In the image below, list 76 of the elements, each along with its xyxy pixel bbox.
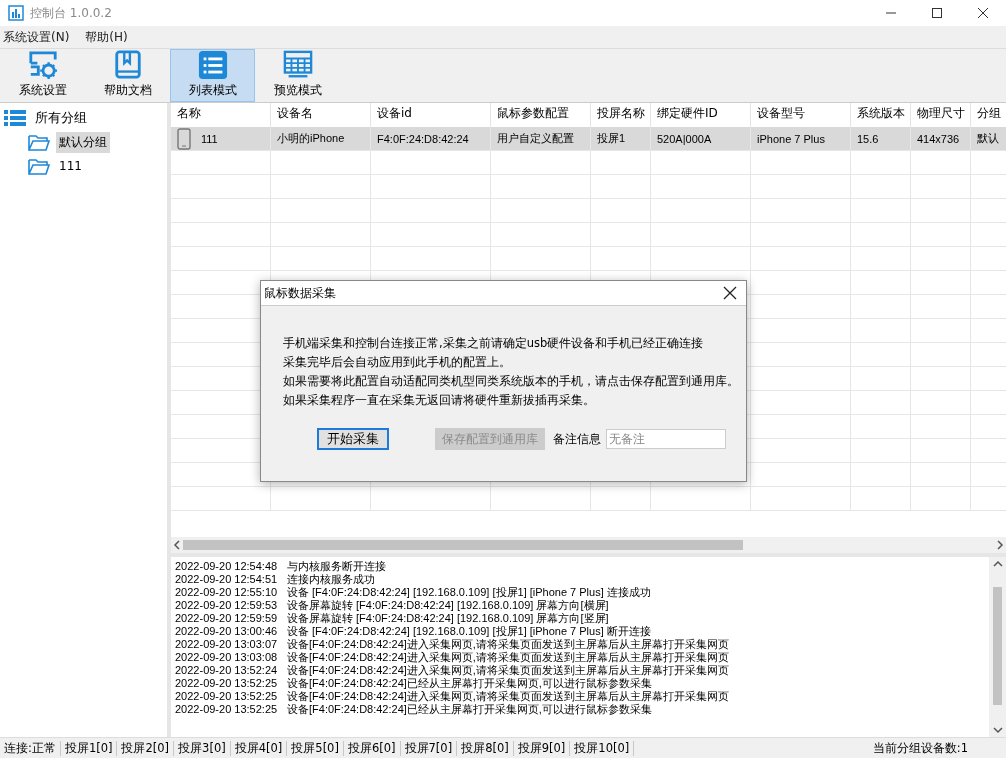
log-time: 2022-09-20 12:55:10 xyxy=(175,586,279,599)
log-message: 设备[F4:0F:24:D8:42:24]已经从主屏幕打开采集网页,可以进行鼠标参数采集 xyxy=(287,677,652,690)
tree-item[interactable]: 所有分组 xyxy=(32,107,90,129)
toolbar-button[interactable]: 系统设置 xyxy=(0,49,85,102)
message-text: 如果需要将此配置自动适配同类机型同类系统版本的手机，请点击保存配置到通用库。 xyxy=(283,373,740,390)
phone-icon xyxy=(177,127,191,150)
list-icon xyxy=(4,110,26,126)
status-item: 投屏5[0] xyxy=(287,740,344,756)
menu-item[interactable]: 帮助(H) xyxy=(82,28,135,46)
table-icon xyxy=(281,50,314,80)
log-time: 2022-09-20 12:59:53 xyxy=(175,599,279,612)
log-message: 设备[F4:0F:24:D8:42:24]进入采集网页,请将采集页面发送到主屏幕后从主屏幕打开采集网页 xyxy=(287,651,729,664)
status-item: 投屏3[0] xyxy=(174,740,231,756)
log-message: 设备 [F4:0F:24:D8:42:24] [192.168.0.109] [投屏1] [iPhone 7 Plus] 断开连接 xyxy=(287,625,651,638)
log-message: 设备屏幕旋转 [F4:0F:24:D8:42:24] [192.168.0.109] 屏幕方向[竖屏] xyxy=(287,612,609,625)
horizontal-scrollbar[interactable] xyxy=(171,537,1006,553)
toolbar-button[interactable]: 帮助文档 xyxy=(85,49,170,102)
log-message: 设备 [F4:0F:24:D8:42:24] [192.168.0.109] [投屏1] [iPhone 7 Plus] 连接成功 xyxy=(287,586,651,599)
message-text: 采集完毕后会自动应用到此手机的配置上。 xyxy=(283,354,512,371)
tree-item[interactable]: 默认分组 xyxy=(56,131,110,153)
status-item: 投屏4[0] xyxy=(230,740,288,756)
status-item: 投屏8[0] xyxy=(457,740,514,756)
remark-field[interactable]: 无备注 xyxy=(606,429,726,449)
remark-label: 备注信息 xyxy=(553,430,601,448)
log-message: 设备[F4:0F:24:D8:42:24]进入采集网页,请将采集页面发送到主屏幕后从主屏幕打开采集网页 xyxy=(287,690,729,703)
log-message: 连接内核服务成功 xyxy=(287,573,375,586)
window-title: 控制台 1.0.0.2 xyxy=(30,4,113,22)
settings-icon xyxy=(26,50,59,80)
toolbar-button[interactable]: 预览模式 xyxy=(255,49,340,102)
start-button[interactable]: 开始采集 xyxy=(317,428,389,450)
folder-icon[interactable] xyxy=(28,133,50,151)
status-item: 投屏7[0] xyxy=(400,740,458,756)
log-time: 2022-09-20 13:03:07 xyxy=(175,638,279,651)
log-time: 2022-09-20 13:52:25 xyxy=(175,703,279,716)
folder-icon[interactable] xyxy=(28,157,50,175)
log-message: 与内核服务断开连接 xyxy=(287,560,386,573)
table-cell: 414x736 xyxy=(917,132,960,145)
table-cell: iPhone 7 Plus xyxy=(757,132,825,145)
status-item: 投屏1[0] xyxy=(60,740,118,756)
tree-item[interactable]: 111 xyxy=(56,157,85,175)
table-cell: 投屏1 xyxy=(597,131,626,146)
log-time: 2022-09-20 12:54:51 xyxy=(175,573,279,586)
log-message: 设备屏幕旋转 [F4:0F:24:D8:42:24] [192.168.0.109] 屏幕方向[横屏] xyxy=(287,599,609,612)
message-text: 如果采集程序一直在采集无返回请将硬件重新拔插再采集。 xyxy=(283,392,596,409)
status-item: 投屏9[0] xyxy=(513,740,571,756)
status-item: 投屏10[0] xyxy=(570,740,635,756)
log-message: 设备[F4:0F:24:D8:42:24]已经从主屏幕打开采集网页,可以进行鼠标参数采集 xyxy=(287,703,652,716)
log-time: 2022-09-20 13:52:24 xyxy=(175,664,279,677)
status-item: 连接:正常 xyxy=(0,740,61,756)
log-time: 2022-09-20 13:52:25 xyxy=(175,677,279,690)
table-row[interactable]: 111 小明的iPhone F4:0F:24:D8:42:24 用户自定义配置 投屏1 520A|000A iPhone 7 Plus 15.6 414x736 默认 xyxy=(171,127,1006,151)
log-time: 2022-09-20 13:00:46 xyxy=(175,625,279,638)
log-time: 2022-09-20 13:03:08 xyxy=(175,651,279,664)
table-cell: 15.6 xyxy=(857,132,879,145)
app-icon xyxy=(8,5,24,21)
table-cell: F4:0F:24:D8:42:24 xyxy=(377,132,469,145)
table-cell: 520A|000A xyxy=(657,132,712,145)
log-time: 2022-09-20 12:54:48 xyxy=(175,560,279,573)
table-cell: 用户自定义配置 xyxy=(497,131,574,146)
device-count: 当前分组设备数:1 xyxy=(872,740,969,756)
dialog-title: 鼠标数据采集 xyxy=(264,284,336,302)
menu-item[interactable]: 系统设置(N) xyxy=(0,28,77,46)
log-message: 设备[F4:0F:24:D8:42:24]进入采集网页,请将采集页面发送到主屏幕后从主屏幕打开采集网页 xyxy=(287,638,729,651)
table-cell: 默认 xyxy=(977,131,999,146)
table-cell: 111 xyxy=(201,132,218,145)
close-icon[interactable] xyxy=(722,285,738,301)
toolbar-button[interactable]: 列表模式 xyxy=(170,49,255,102)
log-message: 设备[F4:0F:24:D8:42:24]进入采集网页,请将采集页面发送到主屏幕后从主屏幕打开采集网页 xyxy=(287,664,729,677)
list-icon xyxy=(196,50,229,80)
vertical-scrollbar[interactable] xyxy=(989,557,1006,737)
log-time: 2022-09-20 13:52:25 xyxy=(175,690,279,703)
status-item: 投屏2[0] xyxy=(117,740,175,756)
table-cell: 小明的iPhone xyxy=(277,131,345,146)
status-item: 投屏6[0] xyxy=(343,740,401,756)
message-text: 手机端采集和控制台连接正常,采集之前请确定usb硬件设备和手机已经正确连接 xyxy=(283,335,705,352)
log-time: 2022-09-20 12:59:59 xyxy=(175,612,279,625)
